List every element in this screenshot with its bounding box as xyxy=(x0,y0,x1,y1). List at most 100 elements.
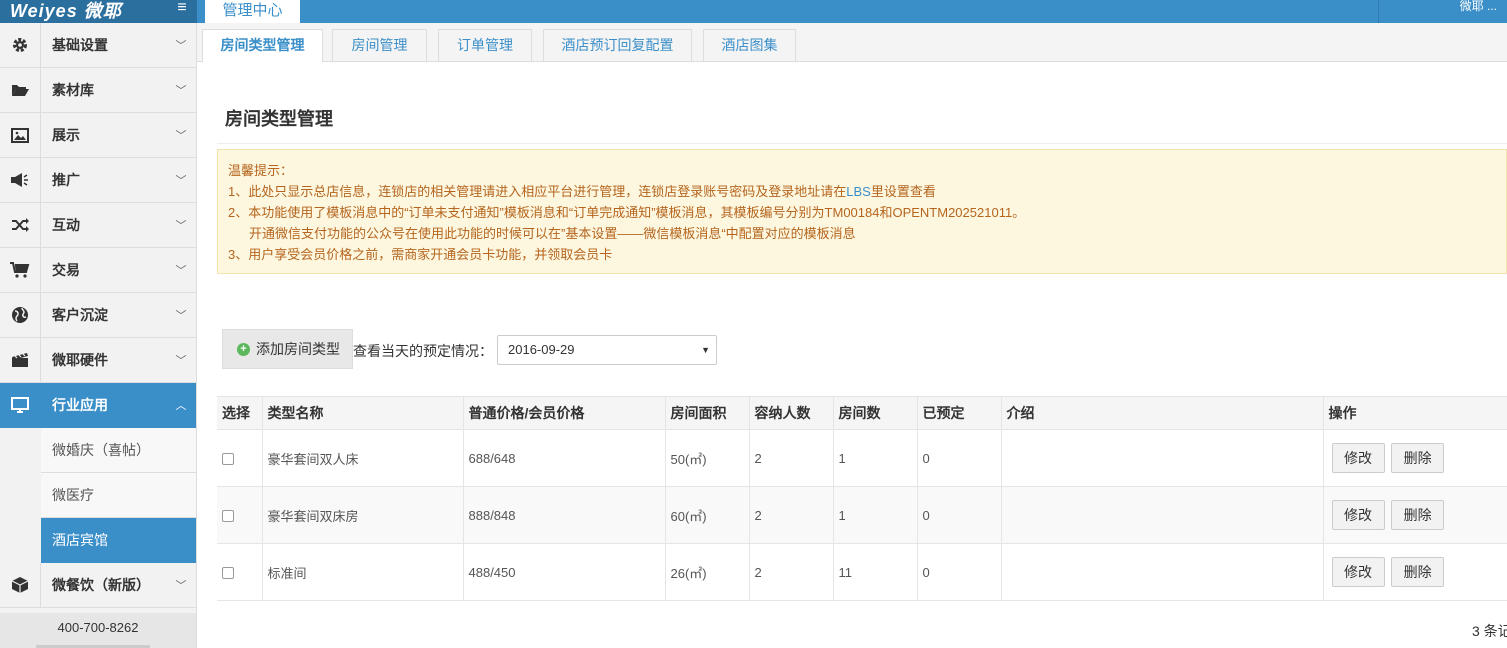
actions-cell: 修改 删除 xyxy=(1323,429,1507,487)
top-bar: Weiyes 微耶 ≡ 管理中心 微耶 ... xyxy=(0,0,1507,23)
booked-count: 0 xyxy=(917,486,1002,544)
chevron-down-icon: ﹀ xyxy=(175,85,187,97)
chevron-down-icon: ﹀ xyxy=(175,220,187,232)
shopping-cart-icon xyxy=(0,248,41,292)
capacity: 2 xyxy=(749,486,834,544)
col-header: 操作 xyxy=(1323,396,1507,430)
chevron-down-icon: ﹀ xyxy=(175,265,187,277)
select-cell xyxy=(217,486,263,544)
type-name: 豪华套间双床房 xyxy=(262,486,464,544)
notice-text: 1、此处只显示总店信息，连锁店的相关管理请进入相应平台进行管理，连锁店登录账号密… xyxy=(228,184,847,199)
sidebar-item-interaction[interactable]: 互动 ﹀ xyxy=(0,203,196,248)
divider xyxy=(217,143,1507,144)
intro xyxy=(1001,543,1324,601)
sidebar-item-catering[interactable]: 微餐饮（新版） ﹀ xyxy=(0,563,196,608)
capacity: 2 xyxy=(749,543,834,601)
sidebar-item-hardware[interactable]: 微耶硬件 ﹀ xyxy=(0,338,196,383)
booked-count: 0 xyxy=(917,429,1002,487)
sidebar-item-label: 推广 xyxy=(52,172,80,188)
sidebar-item-display[interactable]: 展示 ﹀ xyxy=(0,113,196,158)
megaphone-icon xyxy=(0,158,41,202)
delete-button[interactable]: 删除 xyxy=(1391,443,1445,473)
tab-booking-reply[interactable]: 酒店预订回复配置 xyxy=(543,29,692,61)
sidebar: 基础设置 ﹀ 素材库 ﹀ 展示 ﹀ 推广 ﹀ 互动 ﹀ 交易 ﹀ 客户沉淀 ﹀ … xyxy=(0,23,197,648)
date-value: 2016-09-29 xyxy=(508,342,575,357)
chevron-up-icon: ︿ xyxy=(175,400,187,412)
actions-cell: 修改 删除 xyxy=(1323,486,1507,544)
table-header-row: 选择 类型名称 普通价格/会员价格 房间面积 容纳人数 房间数 已预定 介绍 操… xyxy=(217,396,1507,430)
sidebar-item-label: 素材库 xyxy=(52,82,94,98)
area: 60(㎡) xyxy=(665,486,750,544)
page-title: 房间类型管理 xyxy=(225,109,333,129)
sidebar-subitem-hotel[interactable]: 酒店宾馆 xyxy=(41,518,196,563)
sidebar-item-promotion[interactable]: 推广 ﹀ xyxy=(0,158,196,203)
user-menu[interactable]: 微耶 ... xyxy=(1378,0,1507,23)
col-header: 已预定 xyxy=(917,396,1002,430)
folder-open-icon xyxy=(0,68,41,112)
sidebar-item-industry[interactable]: 行业应用 ︿ xyxy=(0,383,196,428)
tab-bar: 房间类型管理 房间管理 订单管理 酒店预订回复配置 酒店图集 xyxy=(197,23,1507,62)
select-cell xyxy=(217,429,263,487)
type-name: 豪华套间双人床 xyxy=(262,429,464,487)
hotline-number: 400-700-8262 xyxy=(57,620,139,635)
table-row: 豪华套间双人床 688/648 50(㎡) 2 1 0 修改 删除 xyxy=(217,429,1507,487)
add-room-type-button[interactable]: + 添加房间类型 xyxy=(222,329,353,369)
logo: Weiyes 微耶 ≡ xyxy=(0,0,197,23)
notice-box: 温馨提示： 1、此处只显示总店信息，连锁店的相关管理请进入相应平台进行管理，连锁… xyxy=(217,149,1507,274)
col-header: 房间数 xyxy=(833,396,918,430)
row-checkbox[interactable] xyxy=(222,453,234,466)
record-count: 3 条记 xyxy=(1472,623,1507,639)
room-count: 11 xyxy=(833,543,918,601)
col-header: 类型名称 xyxy=(262,396,464,430)
tab-room[interactable]: 房间管理 xyxy=(332,29,427,61)
sidebar-subitem-wedding[interactable]: 微婚庆（喜帖） xyxy=(41,428,196,473)
cube-icon xyxy=(0,563,41,607)
sidebar-item-material[interactable]: 素材库 ﹀ xyxy=(0,68,196,113)
sidebar-item-label: 交易 xyxy=(52,262,80,278)
table-row: 豪华套间双床房 888/848 60(㎡) 2 1 0 修改 删除 xyxy=(217,486,1507,544)
sidebar-item-trade[interactable]: 交易 ﹀ xyxy=(0,248,196,293)
plus-circle-icon: + xyxy=(237,342,250,356)
edit-button[interactable]: 修改 xyxy=(1331,500,1385,530)
tab-gallery[interactable]: 酒店图集 xyxy=(703,29,796,61)
sidebar-item-customer[interactable]: 客户沉淀 ﹀ xyxy=(0,293,196,338)
col-header: 普通价格/会员价格 xyxy=(463,396,666,430)
date-label: 查看当天的预定情况： xyxy=(353,343,493,359)
col-header: 房间面积 xyxy=(665,396,750,430)
room-count: 1 xyxy=(833,486,918,544)
edit-button[interactable]: 修改 xyxy=(1331,557,1385,587)
date-select[interactable]: 2016-09-29 ▼ xyxy=(497,335,717,365)
gear-icon xyxy=(0,23,41,67)
monitor-icon xyxy=(0,383,41,427)
price: 888/848 xyxy=(463,486,666,544)
edit-button[interactable]: 修改 xyxy=(1331,443,1385,473)
sidebar-item-basic-settings[interactable]: 基础设置 ﹀ xyxy=(0,23,196,68)
film-clapper-icon xyxy=(0,338,41,382)
room-type-table: 选择 类型名称 普通价格/会员价格 房间面积 容纳人数 房间数 已预定 介绍 操… xyxy=(217,396,1507,601)
tab-orders[interactable]: 订单管理 xyxy=(438,29,532,61)
sidebar-item-label: 微耶硬件 xyxy=(52,352,108,368)
booked-count: 0 xyxy=(917,543,1002,601)
chevron-down-icon: ﹀ xyxy=(175,130,187,142)
lbs-link[interactable]: LBS xyxy=(846,184,871,199)
price: 488/450 xyxy=(463,543,666,601)
intro xyxy=(1001,429,1324,487)
chevron-down-icon: ﹀ xyxy=(175,175,187,187)
notice-text: 里设置查看 xyxy=(870,184,936,199)
sidebar-item-label: 展示 xyxy=(52,127,80,143)
row-checkbox[interactable] xyxy=(222,510,234,523)
tab-room-type[interactable]: 房间类型管理 xyxy=(202,29,323,62)
add-room-type-label: 添加房间类型 xyxy=(256,341,340,357)
module-tab[interactable]: 管理中心 xyxy=(205,0,300,23)
delete-button[interactable]: 删除 xyxy=(1391,557,1445,587)
row-checkbox[interactable] xyxy=(222,567,234,580)
notice-line-2: 2、本功能使用了模板消息中的“订单未支付通知”模板消息和“订单完成通知”模板消息… xyxy=(228,205,1026,220)
sidebar-item-label: 微餐饮（新版） xyxy=(52,577,150,593)
room-count: 1 xyxy=(833,429,918,487)
delete-button[interactable]: 删除 xyxy=(1391,500,1445,530)
menu-toggle-icon[interactable]: ≡ xyxy=(174,0,190,23)
chevron-down-icon: ﹀ xyxy=(175,355,187,367)
hotline: 400-700-8262 xyxy=(0,613,196,648)
chevron-down-icon: ﹀ xyxy=(175,310,187,322)
sidebar-subitem-medical[interactable]: 微医疗 xyxy=(41,473,196,518)
